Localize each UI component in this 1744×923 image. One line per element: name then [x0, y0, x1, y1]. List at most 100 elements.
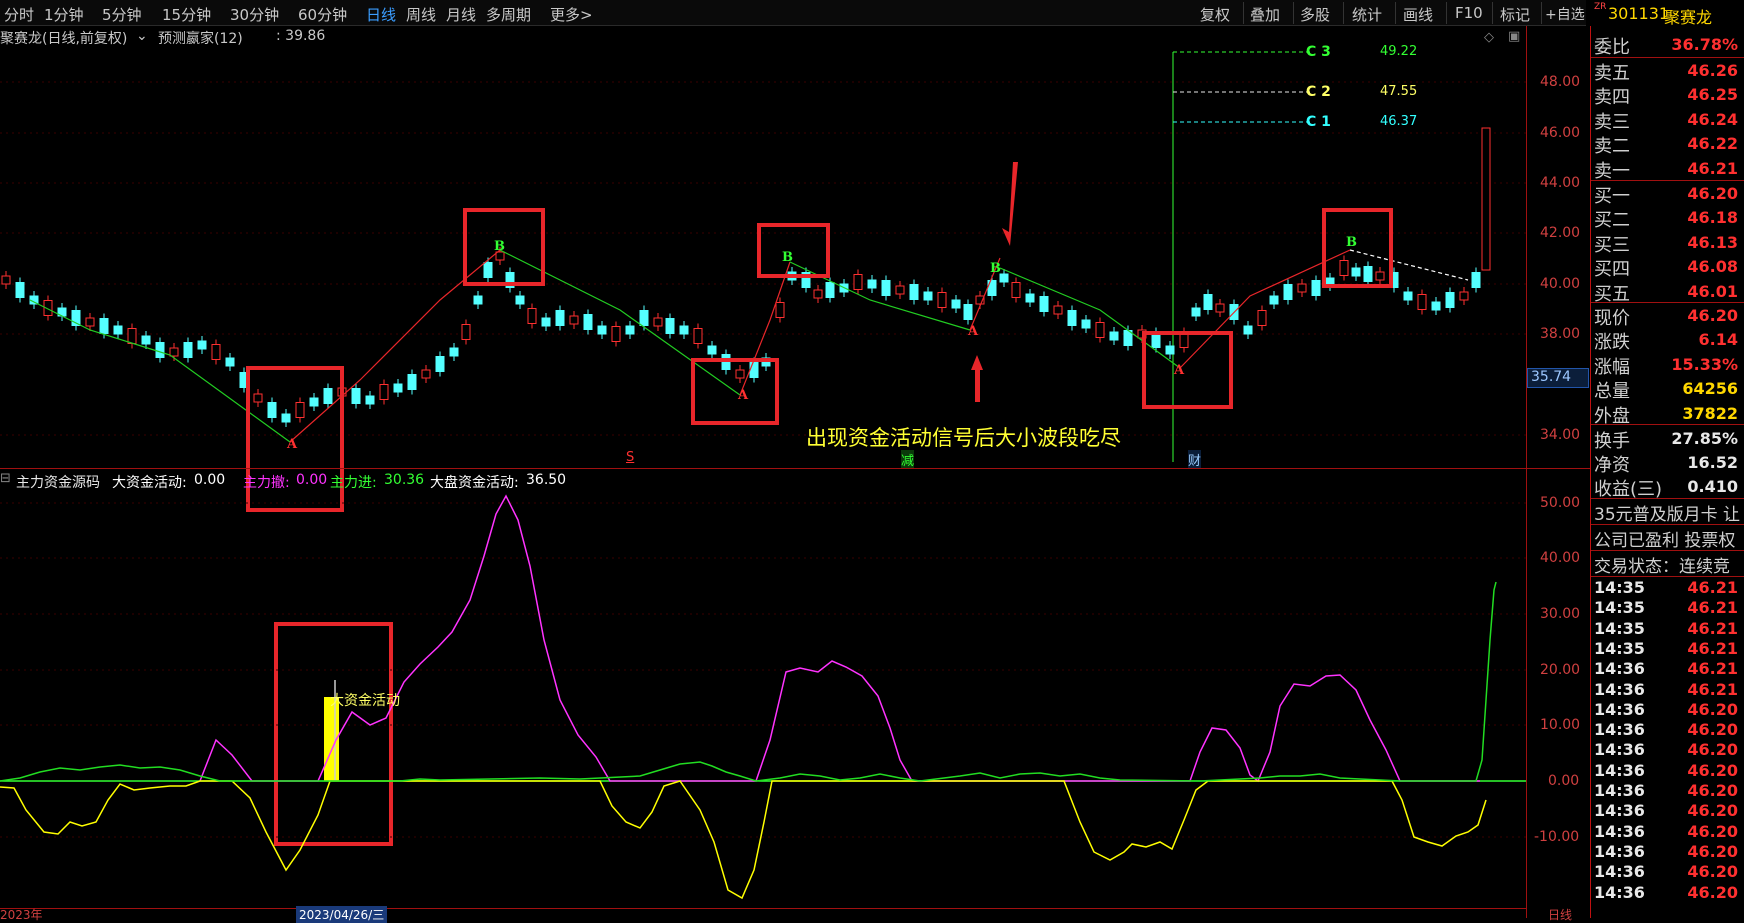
toolbar-divider: [1541, 2, 1542, 24]
multi-stock-button[interactable]: 多股: [1300, 4, 1330, 25]
event-marker-reduce[interactable]: 减: [901, 450, 915, 469]
weibi-label: 委比: [1594, 37, 1630, 58]
candle-up: [1459, 291, 1469, 301]
candle-up: [461, 324, 471, 340]
ask-value: 46.22: [1687, 134, 1738, 154]
tick-time: 14:35: [1594, 578, 1645, 597]
f10-button[interactable]: F10: [1455, 4, 1483, 22]
ask-row: 卖四 46.25: [1594, 82, 1744, 108]
promo-line[interactable]: 35元普及版月卡 让: [1594, 500, 1740, 525]
tick-time: 14:36: [1594, 720, 1645, 740]
tick-time: 14:36: [1594, 679, 1645, 699]
tab-more[interactable]: 更多>: [550, 4, 593, 25]
flow-axis-label: 50.00: [1540, 495, 1581, 511]
bid-value: 46.08: [1687, 257, 1738, 277]
candle-up: [1481, 127, 1491, 271]
adjust-button[interactable]: 复权: [1200, 4, 1230, 25]
toolbar-divider: [1395, 2, 1396, 24]
ask-label: 卖五: [1594, 63, 1630, 84]
mark-button[interactable]: 标记: [1500, 4, 1530, 25]
candle-up: [1, 275, 11, 285]
overlay-button[interactable]: 叠加: [1250, 4, 1280, 25]
quote-value: 46.20: [1687, 306, 1738, 325]
zr-badge: ZR: [1594, 2, 1607, 12]
chevron-down-icon[interactable]: ⌄: [136, 28, 148, 44]
tick-time: 14:36: [1594, 781, 1645, 800]
date-axis-period: 日线: [1548, 908, 1573, 922]
quote-label: 总量: [1594, 381, 1630, 403]
quote-value: 64256: [1682, 379, 1738, 399]
trade-status: 交易状态：连续竞: [1594, 557, 1730, 577]
quote-value: 15.33%: [1671, 354, 1738, 374]
company-info: 公司已盈利 投票权: [1594, 531, 1736, 551]
target-c2-label: C 2: [1306, 84, 1331, 100]
candle-up: [653, 317, 663, 327]
quote-row: 外盘 37822: [1594, 401, 1744, 427]
tab-5min[interactable]: 5分钟: [102, 4, 142, 25]
tick-row: 14:36 46.20: [1594, 862, 1744, 884]
row-divider: [1591, 498, 1744, 499]
toolbar-divider: [1492, 2, 1493, 24]
tab-monthly[interactable]: 月线: [446, 4, 476, 25]
tick-price: 46.20: [1687, 720, 1738, 740]
stats-button[interactable]: 统计: [1352, 4, 1382, 25]
flow-axis-label: 30.00: [1540, 606, 1581, 622]
flow-axis-label: 40.00: [1540, 550, 1581, 566]
tick-price: 46.20: [1687, 760, 1738, 780]
tick-row: 14:36 46.20: [1594, 781, 1744, 803]
stat-row: 净资 16.52: [1594, 450, 1744, 476]
candle-up: [1297, 283, 1307, 293]
quote-row: 总量 64256: [1594, 376, 1744, 403]
tab-weekly[interactable]: 周线: [406, 4, 436, 25]
event-marker-finance[interactable]: 财: [1188, 450, 1202, 469]
capital-flow-chart[interactable]: [0, 484, 1526, 908]
candle-up: [85, 317, 95, 327]
tab-60min[interactable]: 60分钟: [298, 4, 347, 25]
window-icon[interactable]: ▣: [1508, 29, 1520, 44]
candle-down: [665, 318, 675, 334]
quote-row: 涨幅 15.33%: [1594, 352, 1744, 378]
tab-1min[interactable]: 1分钟: [44, 4, 84, 25]
target-c1-value: 46.37: [1380, 114, 1418, 129]
tab-daily[interactable]: 日线: [366, 4, 396, 25]
stat-value: 0.410: [1687, 477, 1738, 496]
add-watchlist-button[interactable]: +自选: [1545, 4, 1585, 24]
date-axis-year: 2023年: [0, 908, 43, 922]
candle-up: [611, 326, 621, 342]
tick-time: 14:36: [1594, 841, 1645, 861]
candle-down: [1431, 301, 1441, 311]
candle-down: [1311, 280, 1321, 296]
tick-row: 14:35 46.21: [1594, 639, 1744, 661]
quote-row: 涨跌 6.14: [1594, 327, 1744, 353]
target-c3-label: C 3: [1306, 44, 1331, 60]
candle-up: [813, 289, 823, 299]
tick-row: 14:36 46.20: [1594, 883, 1744, 905]
current-price-tag: 35.74: [1527, 368, 1589, 388]
ask-row: 卖五 46.26: [1594, 58, 1744, 84]
diamond-icon[interactable]: ◇: [1484, 30, 1494, 45]
candle-up: [693, 328, 703, 344]
tab-15min[interactable]: 15分钟: [162, 4, 211, 25]
draw-line-button[interactable]: 画线: [1403, 4, 1433, 25]
flow-axis-label: -10.00: [1534, 829, 1580, 845]
tick-time: 14:36: [1594, 699, 1645, 719]
tab-multi-period[interactable]: 多周期: [486, 4, 531, 25]
tab-intraday[interactable]: 分时: [4, 4, 34, 25]
tab-30min[interactable]: 30分钟: [230, 4, 279, 25]
candle-down: [155, 342, 165, 358]
candle-down: [999, 273, 1009, 283]
big-money-bar-label: 大资金活动: [330, 693, 400, 709]
candle-down: [473, 295, 483, 305]
toolbar-divider: [1446, 2, 1447, 24]
tick-price: 46.20: [1687, 882, 1738, 902]
stock-code[interactable]: 301131: [1608, 4, 1669, 23]
ask-value: 46.21: [1687, 158, 1738, 178]
event-marker-s[interactable]: S: [626, 450, 634, 465]
price-axis-label: 44.00: [1540, 175, 1581, 191]
candle-down: [1445, 292, 1455, 308]
stat-value: 16.52: [1687, 453, 1738, 472]
row-divider: [1591, 550, 1744, 551]
axis-divider: [1526, 26, 1527, 918]
candle-up: [379, 384, 389, 400]
tick-price: 46.21: [1687, 618, 1738, 638]
